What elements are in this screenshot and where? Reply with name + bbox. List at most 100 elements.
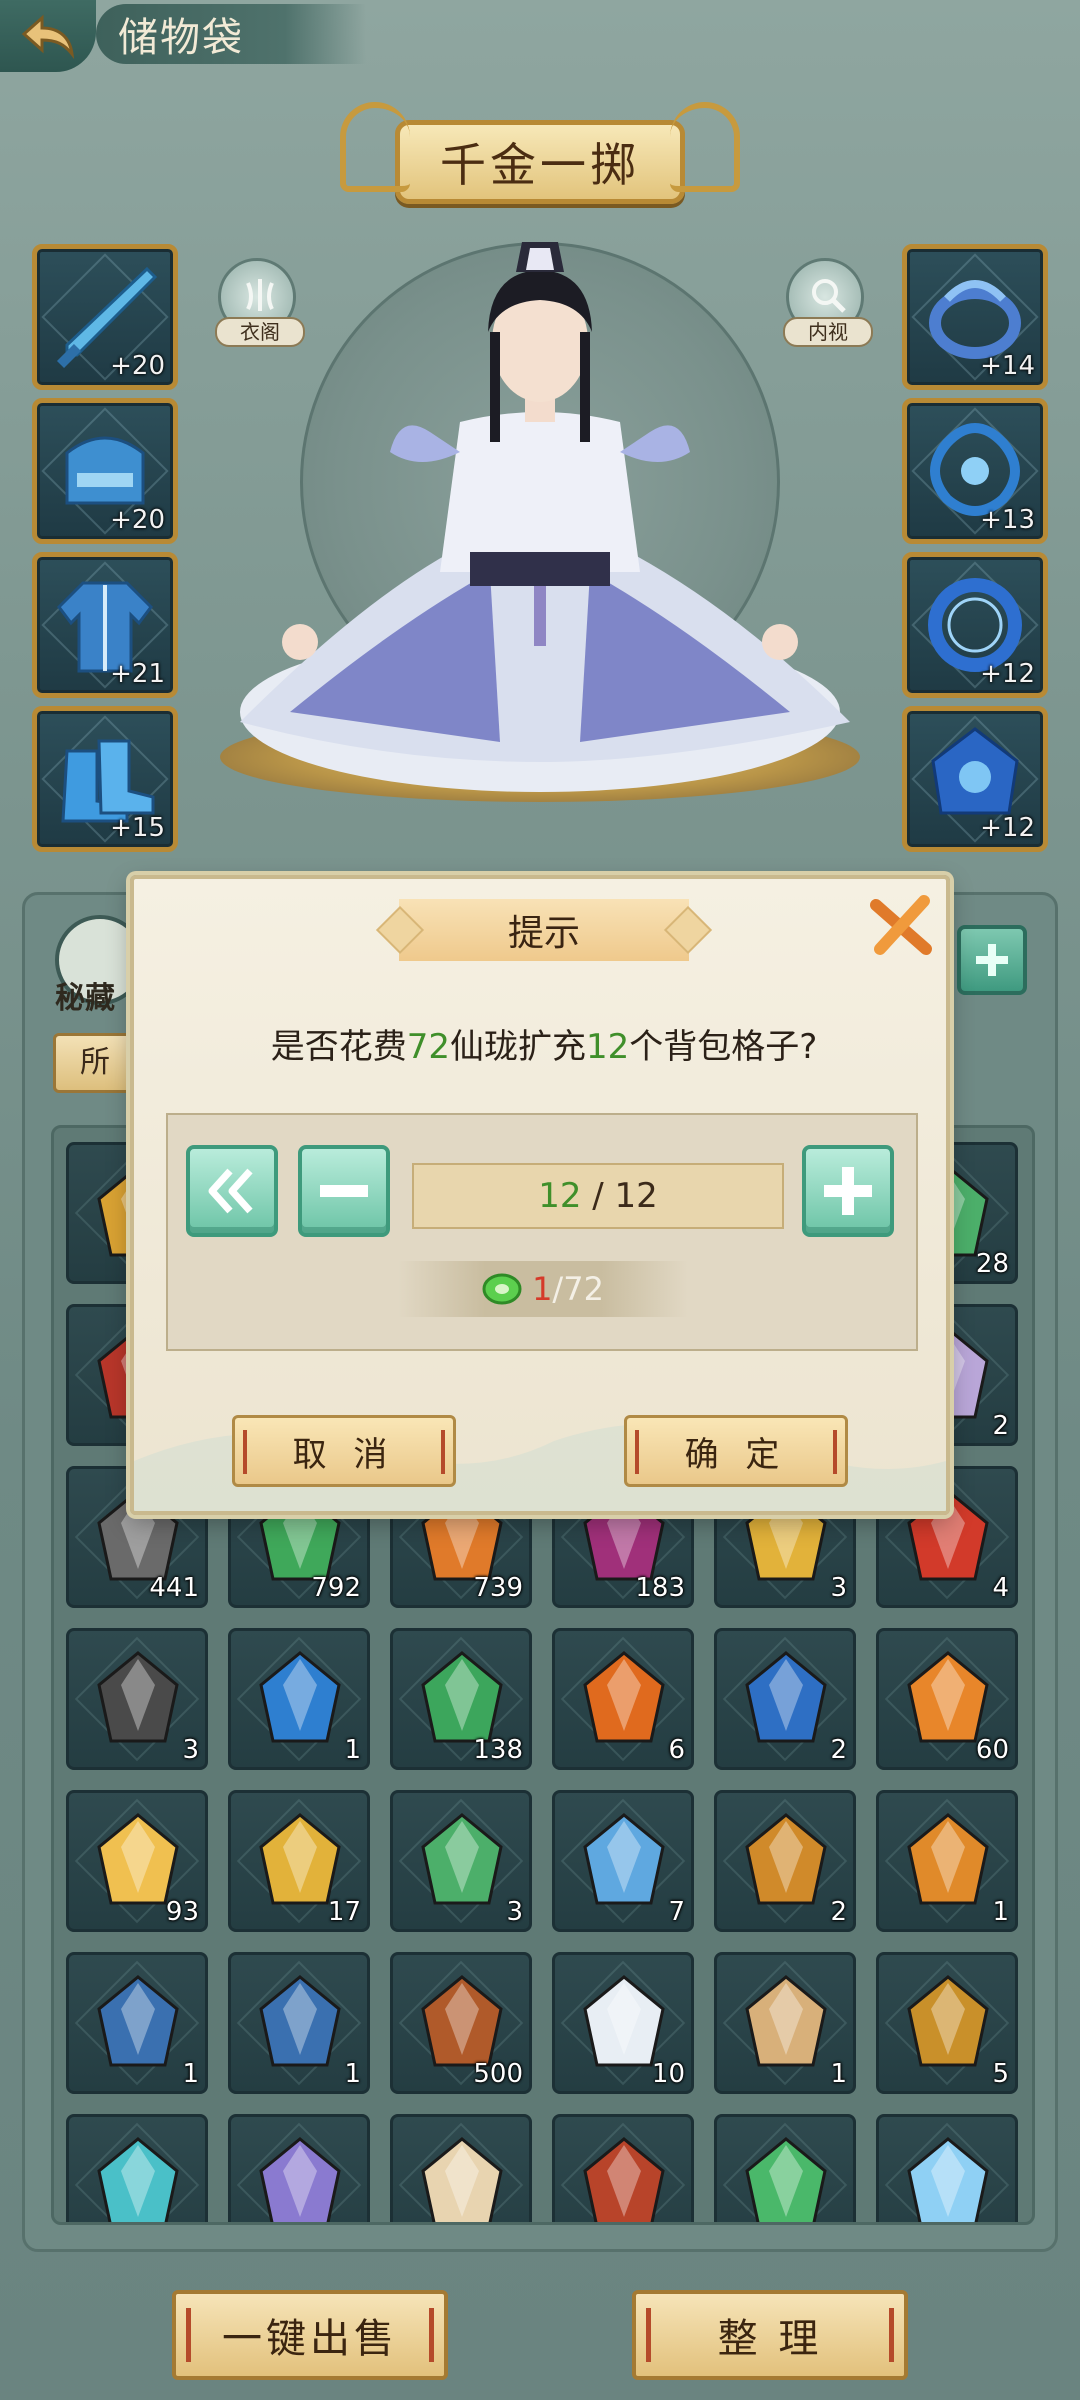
bag-slot[interactable]: 17 — [228, 1790, 370, 1932]
equip-slot-helmet[interactable]: +20 — [32, 398, 178, 544]
equip-slot-weapon[interactable]: +20 — [32, 244, 178, 390]
item-count: 3 — [506, 1897, 523, 1927]
bag-slot[interactable]: 1 — [714, 1952, 856, 2094]
wardrobe-button[interactable]: 衣阁 — [215, 258, 305, 347]
close-icon[interactable] — [866, 891, 936, 961]
item-count: 60 — [975, 1735, 1009, 1765]
quantity-max: 12 — [614, 1176, 658, 1216]
confirm-button[interactable]: 确 定 — [624, 1415, 848, 1487]
water-orb-icon — [745, 1651, 827, 1743]
magnifier-icon — [812, 279, 846, 313]
bag-slot[interactable]: 7 — [552, 1790, 694, 1932]
item-count: 93 — [165, 1897, 199, 1927]
confirm-label: 确 定 — [684, 1434, 788, 1475]
bag-slot[interactable] — [552, 2114, 694, 2222]
blue-book-icon — [259, 1975, 341, 2067]
page-title-plate: 储物袋 — [96, 4, 366, 64]
bag-slot[interactable] — [390, 2114, 532, 2222]
cancel-label: 取 消 — [292, 1434, 396, 1475]
money-bag-icon — [745, 1975, 827, 2067]
bag-slot[interactable]: 1 — [228, 1628, 370, 1770]
expand-dialog: 提示 是否花费72仙珑扩充12个背包格子? 12 / 12 1/72 取 消 确… — [130, 875, 950, 1515]
bag-slot[interactable] — [876, 2114, 1018, 2222]
inspect-label: 内视 — [783, 317, 873, 347]
red-box-icon — [583, 2137, 665, 2222]
inspect-button[interactable]: 内视 — [783, 258, 873, 347]
character-panel: 千金一掷 衣阁 内视 +20 +20 +21 +15 +14 +13 +12 +… — [0, 72, 1080, 872]
item-count: 2 — [992, 1411, 1009, 1441]
equip-slot-boots[interactable]: +15 — [32, 706, 178, 852]
bag-slot[interactable]: 5 — [876, 1952, 1018, 2094]
sell-all-label: 一键出售 — [222, 2316, 398, 2362]
bag-slot[interactable]: 1 — [876, 1790, 1018, 1932]
max-button[interactable] — [186, 1145, 278, 1237]
item-count: 2 — [830, 1735, 847, 1765]
rank-title-plate: 千金一掷 — [340, 102, 740, 222]
bag-slot[interactable]: 2 — [714, 1628, 856, 1770]
question-mid: 仙珑扩充 — [449, 1027, 586, 1067]
owned-amount: 1 — [532, 1270, 553, 1308]
quantity-sep: / — [581, 1176, 615, 1216]
bag-slot[interactable]: 500 — [390, 1952, 532, 2094]
question-prefix: 是否花费 — [270, 1027, 407, 1067]
bag-slot[interactable] — [66, 2114, 208, 2222]
item-count: 183 — [635, 1573, 685, 1603]
equip-slot-amulet[interactable]: +12 — [902, 706, 1048, 852]
quantity-current: 12 — [538, 1176, 582, 1216]
violet-crystal-icon — [259, 2137, 341, 2222]
back-arrow-icon — [21, 14, 75, 60]
double-chevron-left-icon — [208, 1168, 253, 1214]
water-element-icon — [583, 1813, 665, 1905]
equip-level: +15 — [110, 813, 165, 843]
required-amount: /72 — [552, 1270, 604, 1308]
bag-slot[interactable]: 138 — [390, 1628, 532, 1770]
bag-slot[interactable]: 93 — [66, 1790, 208, 1932]
sort-label: 整 理 — [717, 2316, 823, 2362]
bag-slot[interactable] — [714, 2114, 856, 2222]
item-count: 17 — [327, 1897, 361, 1927]
wardrobe-label: 衣阁 — [215, 317, 305, 347]
quantity-panel: 12 / 12 1/72 — [166, 1113, 918, 1351]
bag-slot[interactable]: 60 — [876, 1628, 1018, 1770]
dialog-question: 是否花费72仙珑扩充12个背包格子? — [134, 1019, 954, 1068]
equip-slot-ring[interactable]: +14 — [902, 244, 1048, 390]
item-count: 441 — [149, 1573, 199, 1603]
question-suffix: 个背包格子? — [629, 1027, 818, 1067]
quantity-display: 12 / 12 — [412, 1163, 784, 1229]
expand-bag-button[interactable] — [957, 925, 1027, 995]
item-count: 10 — [651, 2059, 685, 2089]
bag-slot[interactable]: 3 — [390, 1790, 532, 1932]
sort-button[interactable]: 整 理 — [632, 2290, 908, 2380]
equip-level: +21 — [110, 659, 165, 689]
equip-level: +13 — [980, 505, 1035, 535]
bag-slot[interactable]: 1 — [228, 1952, 370, 2094]
item-count: 5 — [992, 2059, 1009, 2089]
cancel-button[interactable]: 取 消 — [232, 1415, 456, 1487]
sell-all-button[interactable]: 一键出售 — [172, 2290, 448, 2380]
secret-tab-label: 秘藏 — [55, 981, 115, 1016]
equip-level: +14 — [980, 351, 1035, 381]
bag-slot[interactable]: 3 — [66, 1628, 208, 1770]
plus-button[interactable] — [802, 1145, 894, 1237]
earth-element-icon — [745, 1813, 827, 1905]
minus-button[interactable] — [298, 1145, 390, 1237]
item-count: 6 — [668, 1735, 685, 1765]
bag-slot[interactable]: 1 — [66, 1952, 208, 2094]
bag-slot[interactable]: 10 — [552, 1952, 694, 2094]
item-count: 1 — [344, 2059, 361, 2089]
equip-slot-pendant[interactable]: +13 — [902, 398, 1048, 544]
jade-coin-icon — [482, 1273, 522, 1305]
bag-slot[interactable]: 6 — [552, 1628, 694, 1770]
equip-slot-armor[interactable]: +21 — [32, 552, 178, 698]
item-count: 1 — [992, 1897, 1009, 1927]
cost-display: 1/72 — [398, 1261, 688, 1317]
wood-element-icon — [421, 1813, 503, 1905]
fire-talisman-icon — [583, 1651, 665, 1743]
orange-book-icon — [907, 1813, 989, 1905]
dialog-title: 提示 — [399, 899, 689, 961]
equip-slot-bracelet[interactable]: +12 — [902, 552, 1048, 698]
page-title: 储物袋 — [118, 15, 244, 61]
bag-slot[interactable] — [228, 2114, 370, 2222]
bag-slot[interactable]: 2 — [714, 1790, 856, 1932]
back-button[interactable] — [0, 0, 96, 72]
